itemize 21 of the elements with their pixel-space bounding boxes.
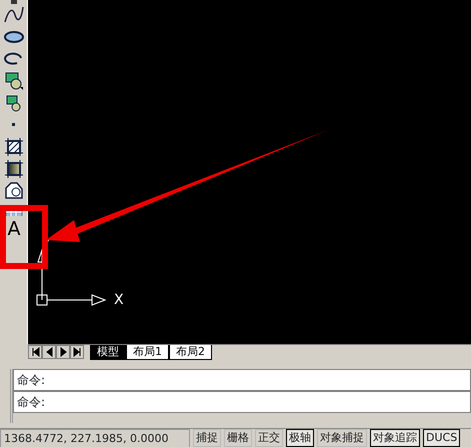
tab-last-button[interactable] <box>70 345 84 360</box>
status-toggle[interactable]: 对象捕捉 <box>317 429 367 447</box>
tab-next-button[interactable] <box>56 345 70 360</box>
status-toggle[interactable]: 栅格 <box>224 429 252 447</box>
layout-tab[interactable]: 布局1 <box>126 345 169 360</box>
layout-tab[interactable]: 布局2 <box>169 345 212 360</box>
insert-block-icon[interactable] <box>3 70 25 92</box>
ucs-axis-icon <box>36 248 106 306</box>
status-toggle[interactable]: 捕捉 <box>193 429 221 447</box>
status-toggle[interactable]: DUCS <box>423 429 460 447</box>
status-toggle[interactable]: 正交 <box>255 429 283 447</box>
highlight-frame <box>0 205 48 269</box>
text-tool-button[interactable]: A <box>3 216 25 242</box>
status-toggle[interactable]: 极轴 <box>286 429 314 447</box>
status-toggle[interactable]: 对象追踪 <box>370 429 420 447</box>
axis-label: X <box>114 291 124 310</box>
layout-tab[interactable]: 模型 <box>90 345 126 360</box>
tab-first-button[interactable] <box>28 345 42 360</box>
region-icon[interactable] <box>3 180 25 202</box>
tab-prev-button[interactable] <box>42 345 56 360</box>
coordinates-display: 1368.4772, 227.1985, 0.0000 <box>0 428 190 447</box>
